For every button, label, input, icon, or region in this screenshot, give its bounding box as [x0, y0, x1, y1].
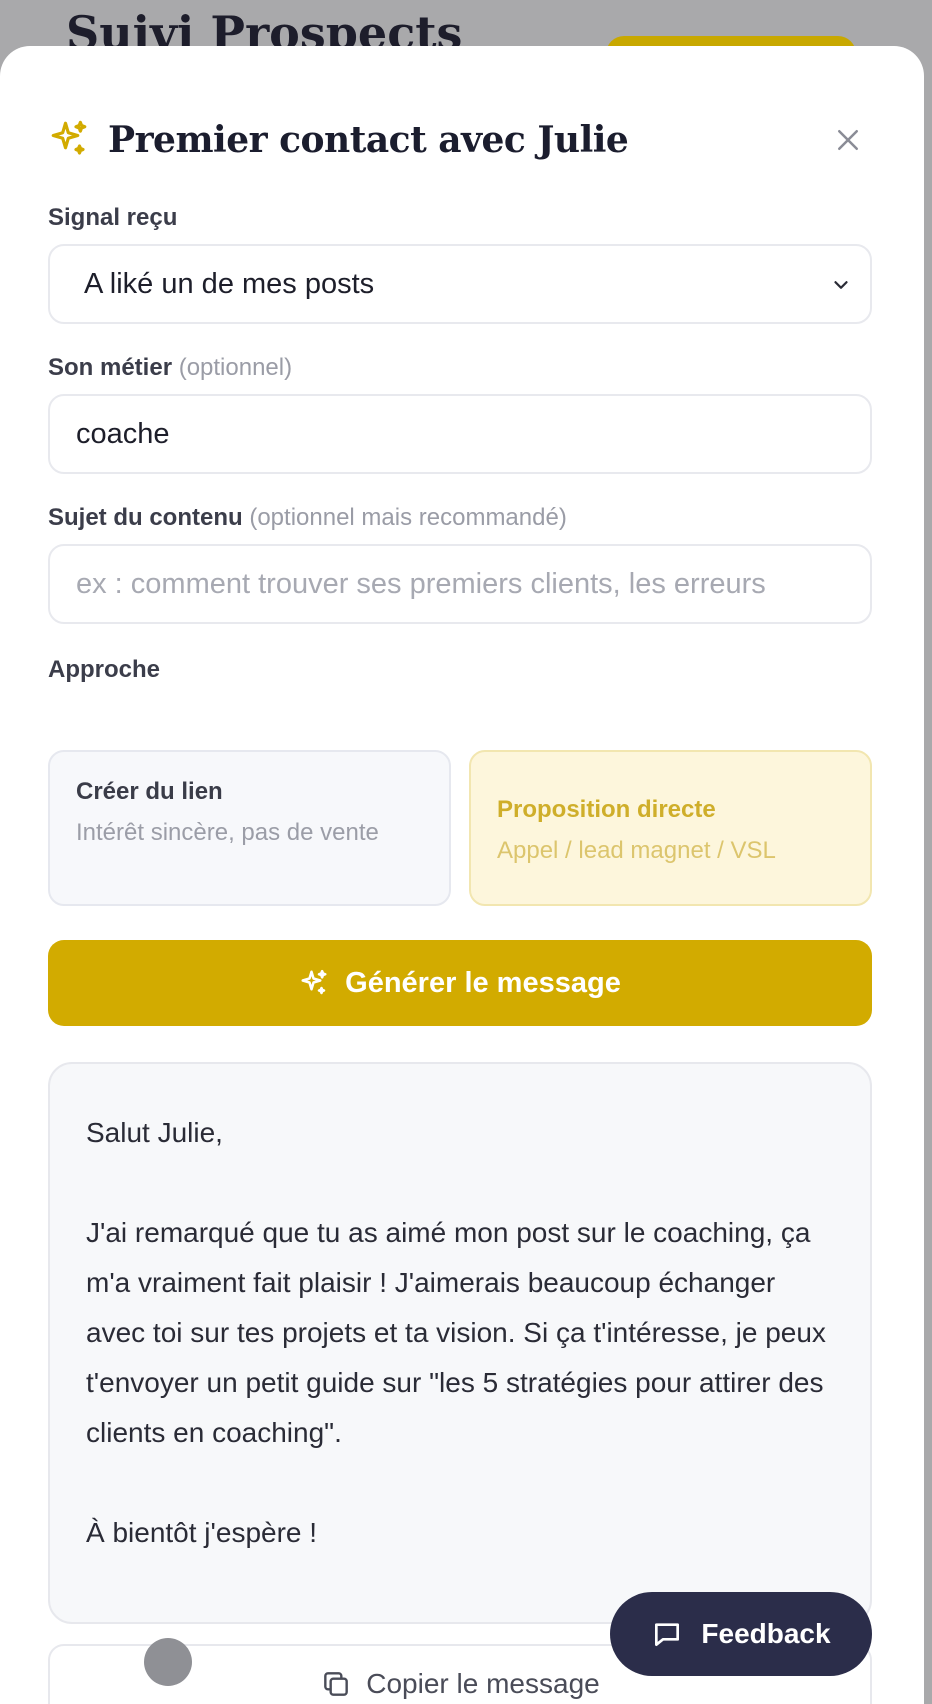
message-body: J'ai remarqué que tu as aimé mon post su… [86, 1217, 826, 1448]
approach-option-title: Proposition directe [497, 796, 716, 823]
copy-message-label: Copier le message [366, 1668, 600, 1699]
feedback-button[interactable]: Feedback [610, 1592, 872, 1676]
approach-option-create-link[interactable]: Créer du lien Intérêt sincère, pas de ve… [48, 750, 451, 906]
touch-indicator [144, 1638, 192, 1686]
subject-label: Sujet du contenu (optionnel mais recomma… [48, 504, 567, 532]
message-closing: À bientôt j'espère ! [86, 1517, 318, 1548]
signal-select[interactable]: A liké un de mes posts [48, 244, 872, 324]
generated-message[interactable]: Salut Julie, J'ai remarqué que tu as aim… [48, 1062, 872, 1624]
approach-label: Approche [48, 656, 161, 683]
approach-option-title: Créer du lien [76, 778, 223, 805]
signal-select-value: A liké un de mes posts [84, 267, 375, 300]
close-button[interactable] [830, 122, 866, 158]
subject-label-text: Sujet du contenu [48, 504, 243, 531]
sparkles-icon [301, 969, 327, 995]
subject-label-hint: (optionnel mais recommandé) [249, 504, 567, 531]
sparkles-icon [51, 120, 87, 155]
generate-message-button[interactable]: Générer le message [48, 940, 872, 1026]
message-greeting: Salut Julie, [86, 1117, 223, 1148]
job-label: Son métier (optionnel) [48, 354, 292, 382]
generate-message-label: Générer le message [345, 966, 621, 999]
subject-input-placeholder: ex : comment trouver ses premiers client… [76, 567, 766, 600]
close-icon [838, 130, 858, 150]
approach-option-desc: Appel / lead magnet / VSL [497, 837, 776, 864]
feedback-label: Feedback [701, 1618, 831, 1649]
job-input-value: coache [76, 417, 170, 450]
job-label-hint: (optionnel) [178, 354, 293, 381]
chat-bubble-icon [655, 1623, 680, 1646]
approach-option-desc: Intérêt sincère, pas de vente [76, 819, 379, 846]
chevron-down-icon [834, 281, 848, 289]
contact-modal: Premier contact avec Julie Signal reçu A… [0, 46, 924, 1704]
copy-icon [324, 1672, 349, 1696]
signal-label: Signal reçu [48, 204, 178, 231]
modal-header: Premier contact avec Julie [48, 110, 884, 170]
subject-input[interactable]: ex : comment trouver ses premiers client… [48, 544, 872, 624]
modal-title: Premier contact avec Julie [108, 119, 629, 161]
job-input[interactable]: coache [48, 394, 872, 474]
approach-option-direct-proposal[interactable]: Proposition directe Appel / lead magnet … [469, 750, 872, 906]
job-label-text: Son métier [48, 354, 173, 381]
